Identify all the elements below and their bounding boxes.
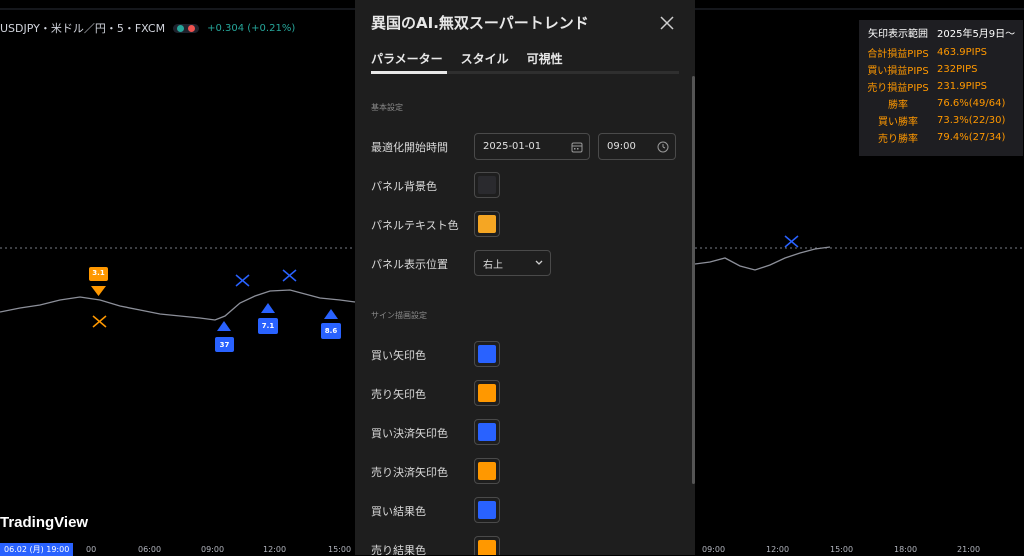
market-open-dot-icon [177,24,185,32]
panel-text-color-fill [478,215,496,233]
panel-bg-label: パネル背景色 [371,180,437,193]
dialog-scrollbar[interactable] [692,76,695,484]
stats-label: 買い損益PIPS [867,66,929,77]
x-tick: 12:00 [766,545,790,554]
stats-value: 232PIPS [937,64,978,75]
stats-value: 73.3%(22/30) [937,115,1006,126]
stats-label: 買い勝率 [878,117,918,128]
sell-close-x-icon [92,315,107,328]
opt-start-date-input[interactable]: 2025-01-01 [474,133,590,160]
x-tick: 15:00 [830,545,854,554]
tradingview-logo-text: TradingView [0,514,89,531]
color-fill [478,462,496,480]
market-closed-dot-icon [188,24,196,32]
buy-result-color-swatch[interactable] [474,497,500,523]
x-tick: 00 [86,545,97,554]
crosshair-date-badge: 06.02 (月) 19:00 [0,543,74,556]
panel-pos-value: 右上 [483,259,503,271]
color-option-label: 買い矢印色 [371,349,426,362]
sell-result-color-swatch[interactable] [474,536,500,555]
buy-arrow-color-swatch[interactable] [474,341,500,367]
chevron-down-icon [534,259,544,270]
buy-close-x-icon [235,274,250,287]
panel-text-label: パネルテキスト色 [371,219,459,232]
panel-bg-color-fill [478,176,496,194]
panel-pos-select[interactable]: 右上 [474,250,551,276]
stats-panel: 矢印表示範囲 2025年5月9日〜 合計損益PIPS 463.9PIPS 買い損… [859,20,1023,156]
section-heading-basic: 基本設定 [371,103,403,112]
close-icon[interactable] [657,14,677,34]
stats-header-label: 矢印表示範囲 [868,28,928,40]
panel-bg-color-swatch[interactable] [474,172,500,198]
buy-close-color-swatch[interactable] [474,419,500,445]
color-option-label: 買い結果色 [371,505,426,518]
stats-header-value: 2025年5月9日〜 [937,28,1016,40]
color-fill [478,423,496,441]
buy-close-x-icon [282,269,297,282]
color-fill [478,501,496,519]
color-option-label: 買い決済矢印色 [371,427,448,440]
sell-close-color-swatch[interactable] [474,458,500,484]
stats-row: 買い損益PIPS 232PIPS [859,61,1023,78]
tab-active-indicator [371,71,447,74]
sell-arrow-color-swatch[interactable] [474,380,500,406]
indicator-settings-dialog: 異国のAI.無双スーパートレンド パラメーター スタイル 可視性 基本設定 最適… [355,0,695,555]
tab-visibility[interactable]: 可視性 [527,50,563,67]
stats-row: 合計損益PIPS 463.9PIPS [859,44,1023,61]
section-heading-sign: サイン描画設定 [371,311,427,320]
x-tick: 09:00 [201,545,225,554]
stats-row: 売り勝率 79.4%(27/34) [859,129,1023,146]
dialog-title: 異国のAI.無双スーパートレンド [371,14,589,32]
symbol-legend[interactable]: USDJPY・米ドル／円・5・FXCM +0.304 (+0.21%) [0,20,295,36]
sell-arrow-label: 3.1 [92,269,105,277]
x-tick: 06:00 [138,545,162,554]
clock-icon[interactable] [657,141,669,156]
buy-arrow-label: 37 [219,341,230,349]
x-tick: 09:00 [702,545,726,554]
x-tick: 18:00 [894,545,918,554]
dialog-tabs: パラメーター スタイル 可視性 [371,50,563,67]
panel-text-color-swatch[interactable] [474,211,500,237]
price-series-left [0,289,356,321]
stats-label: 勝率 [888,100,908,111]
stats-value: 79.4%(27/34) [937,132,1006,143]
price-series-right [694,246,831,271]
buy-arrow-label: 8.6 [324,327,338,335]
stats-value: 231.9PIPS [937,81,987,92]
stats-header-row: 矢印表示範囲 2025年5月9日〜 [859,20,1023,44]
color-fill [478,384,496,402]
tradingview-logo[interactable]: TradingView [0,514,88,531]
buy-arrow-label: 7.1 [261,322,275,330]
color-fill [478,345,496,363]
stats-label: 売り勝率 [878,134,918,145]
x-tick: 21:00 [957,545,981,554]
tab-parameters[interactable]: パラメーター [371,50,443,67]
price-change: +0.304 (+0.21%) [207,22,296,34]
stats-value: 463.9PIPS [937,47,987,58]
stats-row: 買い勝率 73.3%(22/30) [859,112,1023,129]
stats-row: 勝率 76.6%(49/64) [859,95,1023,112]
x-tick: 12:00 [263,545,287,554]
symbol-name: USDJPY・米ドル／円・5・FXCM [0,22,166,35]
stats-row: 売り損益PIPS 231.9PIPS [859,78,1023,95]
buy-close-x-icon [784,235,799,248]
market-status-toggle[interactable] [173,23,200,33]
tab-indicator-track [371,71,679,74]
panel-pos-label: パネル表示位置 [371,258,448,271]
color-option-label: 売り結果色 [371,544,426,555]
opt-start-label: 最適化開始時間 [371,141,448,154]
color-fill [478,540,496,555]
calendar-icon[interactable] [571,141,583,156]
color-option-label: 売り矢印色 [371,388,426,401]
stats-label: 売り損益PIPS [867,83,929,94]
stats-value: 76.6%(49/64) [937,98,1006,109]
opt-start-time-value: 09:00 [607,141,636,152]
opt-start-time-input[interactable]: 09:00 [598,133,676,160]
stats-label: 合計損益PIPS [867,49,929,60]
color-option-label: 売り決済矢印色 [371,466,448,479]
x-tick: 15:00 [328,545,352,554]
tab-style[interactable]: スタイル [461,50,509,67]
opt-start-date-value: 2025-01-01 [483,141,542,152]
